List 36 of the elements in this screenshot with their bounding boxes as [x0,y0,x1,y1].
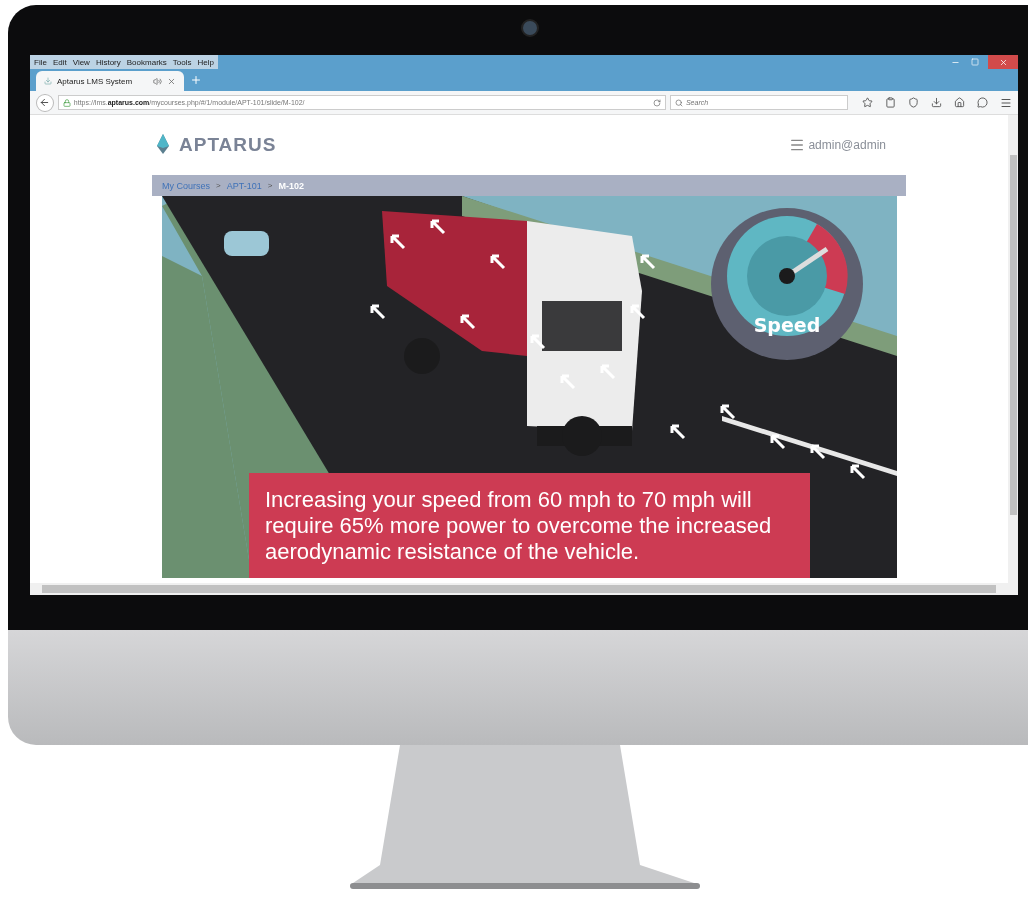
restore-icon [971,58,979,66]
speaker-icon[interactable] [153,76,162,86]
close-icon [998,57,1008,67]
menu-item[interactable]: Help [197,57,214,67]
logo-icon [155,134,171,156]
menu-icon[interactable] [1000,96,1012,109]
menu-item[interactable]: Bookmarks [126,57,167,67]
menu-item[interactable]: Edit [52,57,67,67]
menu-item[interactable]: File [34,57,47,67]
star-icon[interactable] [862,96,873,108]
horizontal-scrollbar[interactable] [30,583,1008,595]
tab-favicon-icon [44,77,52,85]
lock-icon [62,98,71,107]
reload-icon[interactable] [652,98,661,107]
camera-icon [521,19,539,37]
breadcrumb-separator: > [267,181,273,190]
new-tab-icon[interactable] [190,74,202,86]
logo-text: APTARUS [179,134,277,156]
vertical-scrollbar[interactable] [1008,115,1018,595]
menu-item[interactable]: History [95,57,121,67]
close-tab-icon[interactable] [167,76,176,86]
close-button[interactable] [988,55,1018,69]
slide-caption: Increasing your speed from 60 mph to 70 mph will require 65% more power to overcome the increased aerodynamic resistance of the vehicle. [249,473,810,578]
back-arrow-icon [39,97,51,108]
download-icon[interactable] [931,96,942,108]
menu-item[interactable]: View [72,57,90,67]
home-icon[interactable] [954,96,965,108]
back-button[interactable] [36,93,54,112]
browser-tab[interactable]: Aptarus LMS System [36,71,184,91]
gauge-label: Speed [753,314,821,336]
breadcrumb-separator: > [216,181,221,190]
chat-icon[interactable] [977,96,988,108]
menu-icon[interactable] [789,137,806,153]
search-icon [674,98,683,107]
clipboard-icon[interactable] [885,96,896,108]
menu-item[interactable]: Tools [172,57,192,67]
